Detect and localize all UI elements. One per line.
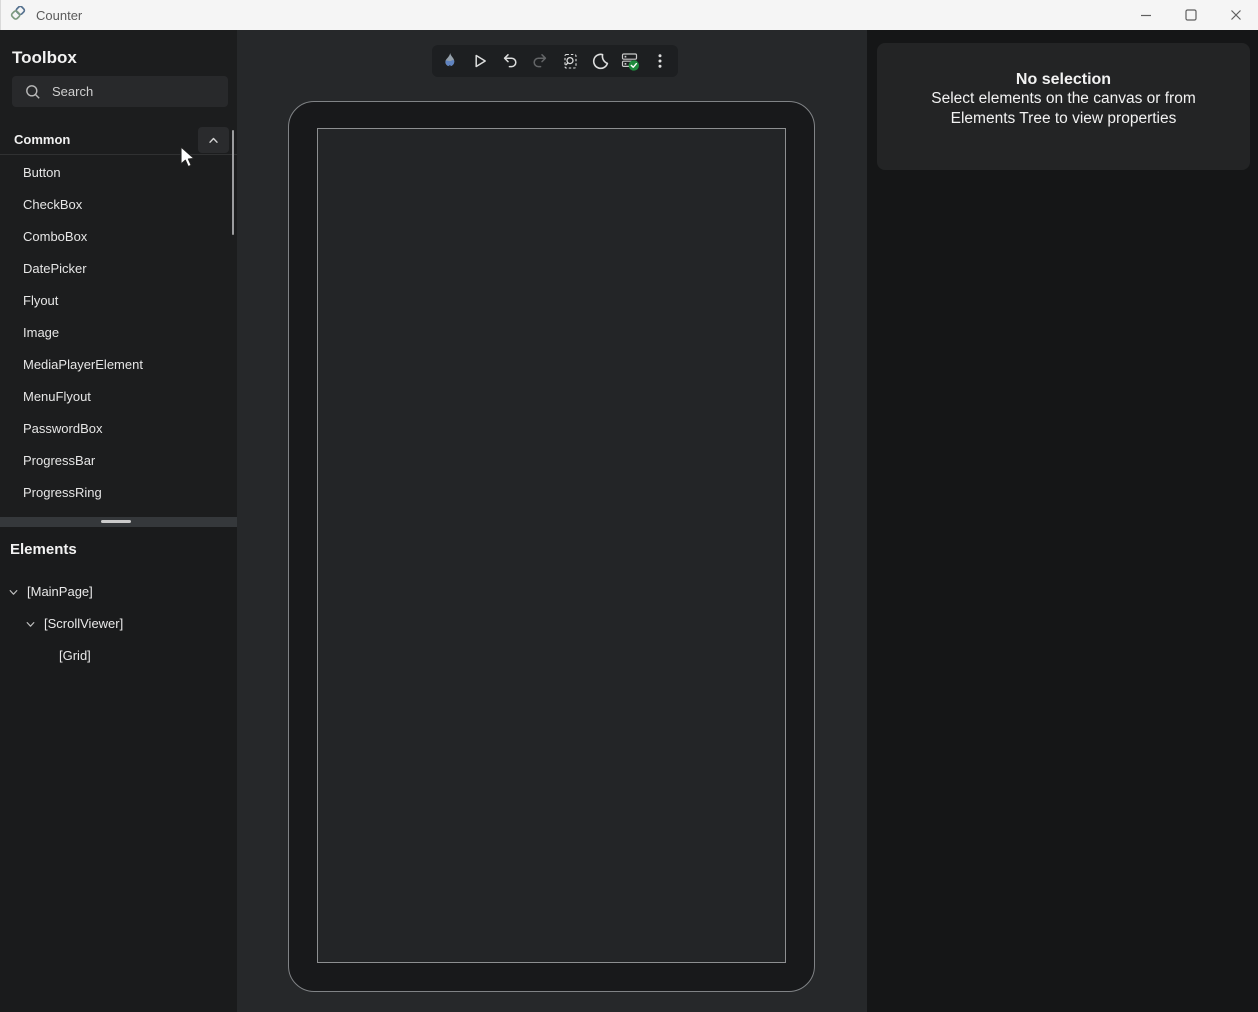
chevron-down-icon[interactable] (8, 587, 19, 598)
toolbox-item-menuflyout[interactable]: MenuFlyout (0, 381, 230, 413)
search-icon (25, 84, 41, 100)
undo-button[interactable] (495, 46, 525, 76)
server-status-icon (619, 50, 641, 72)
kebab-menu-icon (650, 51, 670, 71)
collapse-section-button[interactable] (198, 127, 229, 153)
close-icon (1230, 9, 1242, 21)
title-bar: Counter (0, 0, 1258, 30)
redo-icon (530, 51, 550, 71)
tree-item-label: [ScrollViewer] (44, 616, 123, 632)
toolbox-item-checkbox[interactable]: CheckBox (0, 189, 230, 221)
device-screen-grid[interactable] (317, 128, 786, 963)
toolbox-item-passwordbox[interactable]: PasswordBox (0, 413, 230, 445)
flame-icon (440, 51, 460, 71)
play-icon (470, 51, 490, 71)
toolbox-panel: Toolbox Common Button CheckBox ComboBox … (0, 30, 237, 1012)
connection-status-button[interactable] (615, 46, 645, 76)
zoom-to-fit-button[interactable] (555, 46, 585, 76)
maximize-icon (1185, 9, 1197, 21)
toolbox-item-image[interactable]: Image (0, 317, 230, 349)
hot-design-button[interactable] (435, 46, 465, 76)
undo-icon (500, 51, 520, 71)
toolbox-title: Toolbox (12, 48, 77, 68)
toolbox-scrollbar[interactable] (232, 130, 234, 235)
elements-title: Elements (10, 541, 77, 558)
tree-item-label: [MainPage] (27, 584, 93, 600)
toolbox-item-combobox[interactable]: ComboBox (0, 221, 230, 253)
search-input[interactable] (52, 84, 212, 99)
splitter-handle-icon (101, 520, 131, 523)
play-button[interactable] (465, 46, 495, 76)
panel-splitter[interactable] (0, 517, 237, 527)
window-title: Counter (36, 8, 82, 23)
canvas-toolbar (432, 45, 678, 77)
toolbox-search[interactable] (12, 76, 228, 107)
common-section-header[interactable]: Common (0, 126, 237, 155)
tree-item-scrollviewer[interactable]: [ScrollViewer] (0, 616, 237, 632)
moon-icon (590, 51, 610, 71)
more-options-button[interactable] (645, 46, 675, 76)
redo-button[interactable] (525, 46, 555, 76)
tree-item-label: [Grid] (59, 648, 91, 664)
toolbox-item-datepicker[interactable]: DatePicker (0, 253, 230, 285)
toolbox-item-flyout[interactable]: Flyout (0, 285, 230, 317)
toolbox-item-button[interactable]: Button (0, 157, 230, 189)
chevron-down-icon[interactable] (25, 619, 36, 630)
theme-toggle-button[interactable] (585, 46, 615, 76)
no-selection-message-line1: Select elements on the canvas or from (877, 89, 1250, 109)
zoom-fit-icon (560, 51, 580, 71)
minimize-icon (1140, 9, 1152, 21)
elements-panel: Elements [MainPage] [ScrollViewer] [Grid… (0, 527, 237, 1012)
tree-item-mainpage[interactable]: [MainPage] (0, 584, 237, 600)
close-button[interactable] (1213, 0, 1258, 30)
no-selection-message-line2: Elements Tree to view properties (877, 109, 1250, 129)
uno-platform-logo-icon (9, 6, 27, 24)
toolbox-item-progressring[interactable]: ProgressRing (0, 477, 230, 509)
common-section-label: Common (14, 132, 70, 147)
no-selection-title: No selection (877, 71, 1250, 89)
maximize-button[interactable] (1168, 0, 1213, 30)
toolbox-item-mediaplayerelement[interactable]: MediaPlayerElement (0, 349, 230, 381)
check-badge-icon (629, 60, 639, 70)
tree-item-grid[interactable]: [Grid] (0, 648, 237, 664)
properties-panel: No selection Select elements on the canv… (867, 30, 1258, 1012)
chevron-up-icon (207, 134, 220, 147)
minimize-button[interactable] (1123, 0, 1168, 30)
toolbox-item-progressbar[interactable]: ProgressBar (0, 445, 230, 477)
design-canvas[interactable] (237, 30, 867, 1012)
no-selection-card: No selection Select elements on the canv… (877, 43, 1250, 170)
